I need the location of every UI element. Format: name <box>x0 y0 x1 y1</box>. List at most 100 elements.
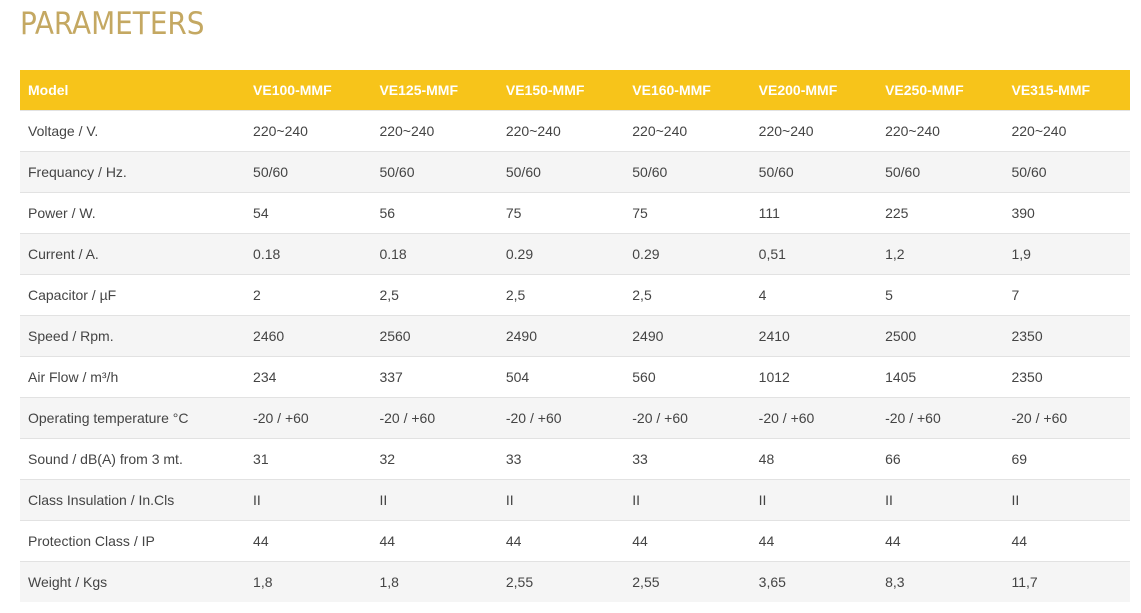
table-cell: 50/60 <box>877 151 1004 193</box>
table-cell: II <box>497 479 625 521</box>
table-cell: 3,65 <box>750 561 878 602</box>
table-cell: 7 <box>1003 274 1130 316</box>
column-header-ve125-mmf: VE125-MMF <box>371 70 498 111</box>
table-cell: 0.18 <box>371 233 498 275</box>
table-row: Capacitor / µF 2 2,5 2,5 2,5 4 5 7 <box>20 274 1130 316</box>
table-cell: II <box>624 479 751 521</box>
table-cell: 220~240 <box>245 110 372 152</box>
column-header-model: Model <box>20 70 246 111</box>
table-cell: 2350 <box>1003 356 1130 398</box>
table-cell: -20 / +60 <box>245 397 372 439</box>
row-label: Voltage / V. <box>20 110 246 152</box>
row-label: Frequancy / Hz. <box>20 151 246 193</box>
table-cell: 560 <box>624 356 751 398</box>
table-cell: 11,7 <box>1003 561 1130 602</box>
table-cell: 50/60 <box>1003 151 1130 193</box>
table-cell: 0.29 <box>497 233 625 275</box>
table-cell: 2,5 <box>371 274 498 316</box>
row-label: Air Flow / m³/h <box>20 356 246 398</box>
table-cell: 44 <box>750 520 878 562</box>
table-cell: 5 <box>877 274 1004 316</box>
table-cell: -20 / +60 <box>371 397 498 439</box>
table-row: Air Flow / m³/h 234 337 504 560 1012 1405 2350 <box>20 356 1130 398</box>
table-cell: 1405 <box>877 356 1004 398</box>
table-cell: 2 <box>245 274 372 316</box>
table-cell: 390 <box>1003 192 1130 234</box>
table-cell: 220~240 <box>1003 110 1130 152</box>
table-cell: 50/60 <box>750 151 878 193</box>
table-cell: 32 <box>371 438 498 480</box>
row-label: Current / A. <box>20 233 246 275</box>
table-cell: 54 <box>245 192 372 234</box>
table-cell: 69 <box>1003 438 1130 480</box>
table-cell: II <box>750 479 878 521</box>
table-cell: 337 <box>371 356 498 398</box>
table-cell: II <box>371 479 498 521</box>
table-cell: 4 <box>750 274 878 316</box>
column-header-ve200-mmf: VE200-MMF <box>750 70 878 111</box>
table-cell: 220~240 <box>750 110 878 152</box>
table-row: Frequancy / Hz. 50/60 50/60 50/60 50/60 50/60… <box>20 151 1130 193</box>
table-cell: 2,55 <box>624 561 751 602</box>
table-cell: 0.18 <box>245 233 372 275</box>
table-row: Sound / dB(A) from 3 mt. 31 32 33 33 48 66 69 <box>20 438 1130 480</box>
table-cell: 0.29 <box>624 233 751 275</box>
table-cell: II <box>877 479 1004 521</box>
table-row: Protection Class / IP 44 44 44 44 44 44 44 <box>20 520 1130 562</box>
table-cell: 1,8 <box>245 561 372 602</box>
table-cell: -20 / +60 <box>1003 397 1130 439</box>
table-cell: II <box>245 479 372 521</box>
table-cell: 2,5 <box>624 274 751 316</box>
table-row: Speed / Rpm. 2460 2560 2490 2490 2410 2500 2350 <box>20 315 1130 357</box>
row-label: Speed / Rpm. <box>20 315 246 357</box>
table-cell: 0,51 <box>750 233 878 275</box>
table-cell: 50/60 <box>497 151 625 193</box>
table-row: Weight / Kgs 1,8 1,8 2,55 2,55 3,65 8,3 11,7 <box>20 561 1130 602</box>
table-row: Voltage / V. 220~240 220~240 220~240 220~240… <box>20 110 1130 152</box>
table-cell: 56 <box>371 192 498 234</box>
table-cell: 2350 <box>1003 315 1130 357</box>
table-cell: 48 <box>750 438 878 480</box>
table-row: Power / W. 54 56 75 75 111 225 390 <box>20 192 1130 234</box>
parameters-table: Model VE100-MMF VE125-MMF VE150-MMF VE160-MM… <box>20 70 1130 602</box>
table-cell: 50/60 <box>371 151 498 193</box>
table-cell: 220~240 <box>624 110 751 152</box>
table-cell: 31 <box>245 438 372 480</box>
table-cell: 2490 <box>624 315 751 357</box>
table-cell: 8,3 <box>877 561 1004 602</box>
table-header-row: Model VE100-MMF VE125-MMF VE150-MMF VE160-MM… <box>20 70 1130 111</box>
page-title: PARAMETERS <box>20 6 205 42</box>
table-cell: 44 <box>245 520 372 562</box>
table-cell: 33 <box>624 438 751 480</box>
column-header-ve315-mmf: VE315-MMF <box>1003 70 1130 111</box>
table-cell: 1,9 <box>1003 233 1130 275</box>
row-label: Sound / dB(A) from 3 mt. <box>20 438 246 480</box>
table-row: Class Insulation / In.Cls II II II II II II II <box>20 479 1130 521</box>
table-cell: 2410 <box>750 315 878 357</box>
row-label: Operating temperature °C <box>20 397 246 439</box>
row-label: Weight / Kgs <box>20 561 246 602</box>
table-cell: 66 <box>877 438 1004 480</box>
table-cell: 75 <box>497 192 625 234</box>
table-cell: 504 <box>497 356 625 398</box>
table-cell: 1012 <box>750 356 878 398</box>
table-cell: 225 <box>877 192 1004 234</box>
table-cell: II <box>1003 479 1130 521</box>
table-cell: 44 <box>1003 520 1130 562</box>
table-cell: 44 <box>624 520 751 562</box>
table-cell: 220~240 <box>371 110 498 152</box>
row-label: Power / W. <box>20 192 246 234</box>
row-label: Class Insulation / In.Cls <box>20 479 246 521</box>
table-cell: -20 / +60 <box>497 397 625 439</box>
column-header-ve250-mmf: VE250-MMF <box>877 70 1004 111</box>
table-cell: 2560 <box>371 315 498 357</box>
column-header-ve150-mmf: VE150-MMF <box>497 70 625 111</box>
table-cell: 220~240 <box>877 110 1004 152</box>
table-cell: 50/60 <box>624 151 751 193</box>
table-cell: 44 <box>497 520 625 562</box>
table-cell: 75 <box>624 192 751 234</box>
table-cell: 2460 <box>245 315 372 357</box>
table-body: Voltage / V. 220~240 220~240 220~240 220~240… <box>20 110 1130 602</box>
table-cell: 50/60 <box>245 151 372 193</box>
table-row: Operating temperature °C -20 / +60 -20 / +… <box>20 397 1130 439</box>
